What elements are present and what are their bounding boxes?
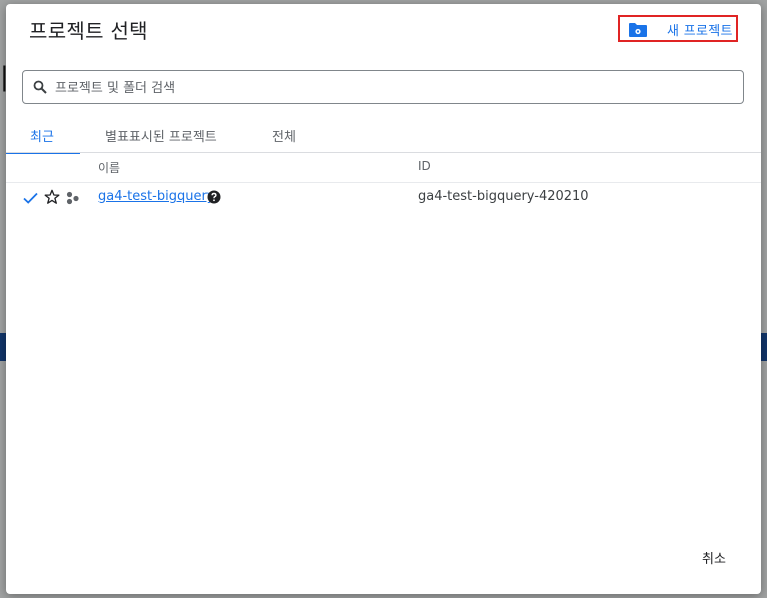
tab-label: 별표표시된 프로젝트 bbox=[105, 130, 217, 145]
search-box[interactable] bbox=[22, 70, 744, 104]
project-id: ga4-test-bigquery-420210 bbox=[418, 189, 589, 204]
project-icon bbox=[66, 191, 79, 205]
dialog-title: 프로젝트 선택 bbox=[29, 19, 148, 43]
cancel-button[interactable]: 취소 bbox=[696, 544, 732, 571]
project-select-dialog: 프로젝트 선택 새 프로젝트 최근 별표표시된 프로젝트 전체 이름 ID bbox=[6, 4, 761, 594]
folder-settings-icon bbox=[629, 23, 647, 37]
tab-recent[interactable]: 최근 bbox=[6, 116, 80, 154]
tab-starred[interactable]: 별표표시된 프로젝트 bbox=[92, 116, 242, 153]
tab-all[interactable]: 전체 bbox=[256, 116, 316, 153]
star-icon[interactable] bbox=[44, 189, 60, 205]
tab-bar: 최근 별표표시된 프로젝트 전체 bbox=[6, 116, 761, 154]
tab-label: 전체 bbox=[272, 130, 296, 145]
table-row[interactable]: ga4-test-bigquery ga4-test-bigquery-4202… bbox=[6, 183, 761, 213]
check-icon bbox=[23, 192, 38, 204]
tab-label: 최근 bbox=[30, 130, 54, 145]
tabs-divider bbox=[6, 152, 761, 153]
search-icon bbox=[33, 80, 47, 94]
new-project-label: 새 프로젝트 bbox=[667, 24, 733, 39]
project-name-link[interactable]: ga4-test-bigquery bbox=[98, 189, 214, 204]
column-header-id[interactable]: ID bbox=[418, 159, 431, 173]
column-header-name[interactable]: 이름 bbox=[98, 159, 120, 176]
new-project-button[interactable]: 새 프로젝트 bbox=[618, 15, 738, 42]
help-icon[interactable] bbox=[207, 190, 221, 204]
search-input[interactable] bbox=[53, 72, 737, 104]
